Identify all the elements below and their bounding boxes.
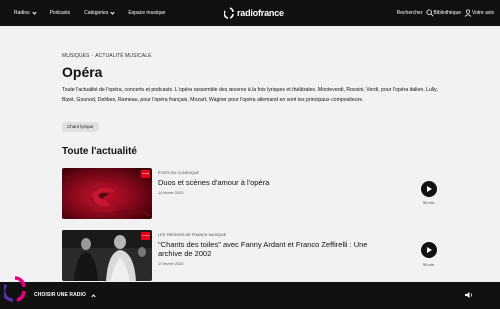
search-button[interactable]: Rechercher — [397, 9, 434, 17]
radiofrance-logo-icon[interactable] — [4, 276, 26, 302]
article-category[interactable]: LES TRÉSORS DE FRANCE MUSIQUE — [158, 233, 226, 237]
tag-chant-lyrique[interactable]: Chant lyrique — [62, 122, 99, 132]
nav-categories-label: Catégories — [84, 10, 109, 16]
chevron-down-icon — [31, 9, 37, 15]
article-thumbnail[interactable]: musique — [62, 168, 152, 219]
article-category[interactable]: ÉTATS DU CLASSIQUE — [158, 171, 199, 175]
article-title[interactable]: "Chants des toiles" avec Fanny Ardant et… — [158, 240, 388, 258]
nav-music-space[interactable]: Espace musique — [128, 10, 165, 16]
article-date: 14 février 2023 — [158, 191, 184, 195]
list-item[interactable]: musique LES TRÉSORS DE FRANCE MUSIQUE "C… — [62, 230, 442, 281]
radiofrance-logo-icon — [224, 7, 234, 19]
user-icon — [464, 9, 472, 17]
nav-podcasts[interactable]: Podcasts — [50, 10, 71, 16]
archive-photo-image — [62, 230, 152, 281]
page-title: Opéra — [62, 64, 103, 80]
choose-radio-label: CHOISIR UNE RADIO — [34, 292, 86, 298]
top-navigation: Radios Podcasts Catégories Espace musiqu… — [0, 0, 500, 26]
musique-badge: musique — [142, 235, 150, 237]
breadcrumb-actualite[interactable]: ACTUALITÉ MUSICALE — [95, 53, 151, 59]
breadcrumb-separator: - — [91, 53, 94, 59]
brand-name: radiofrance — [237, 8, 284, 18]
player-bar: CHOISIR UNE RADIO — [0, 276, 500, 309]
choose-radio-button[interactable]: CHOISIR UNE RADIO — [34, 292, 96, 299]
nav-right: Rechercher Bibliothèque Votre avis — [397, 0, 494, 26]
play-button[interactable] — [421, 242, 437, 258]
article-duration: 59 min — [423, 201, 435, 205]
nav-radios[interactable]: Radios — [14, 9, 37, 16]
chevron-down-icon — [110, 9, 115, 15]
search-icon — [426, 9, 433, 17]
play-icon — [427, 186, 433, 192]
nav-left: Radios Podcasts Catégories Espace musiqu… — [14, 9, 179, 16]
play-icon — [427, 247, 433, 253]
nav-music-space-label: Espace musique — [128, 10, 166, 16]
section-title: Toute l'actualité — [62, 146, 137, 157]
volume-icon[interactable] — [464, 291, 474, 299]
feedback-label: Votre avis — [472, 10, 494, 16]
search-label: Rechercher — [396, 10, 423, 16]
breadcrumb: MUSIQUES - ACTUALITÉ MUSICALE — [62, 53, 152, 59]
main-content: MUSIQUES - ACTUALITÉ MUSICALE Opéra Toute … — [0, 26, 500, 282]
nav-podcasts-label: Podcasts — [49, 10, 71, 16]
nav-categories[interactable]: Catégories — [84, 9, 115, 16]
brand-logo[interactable]: radiofrance — [224, 7, 284, 19]
play-button[interactable] — [421, 181, 437, 197]
article-duration: 59 min — [423, 263, 435, 267]
page-description: Toute l'actualité de l'opéra, concerts e… — [62, 87, 438, 103]
nav-radios-label: Radios — [14, 10, 30, 16]
chevron-up-icon — [91, 293, 96, 299]
list-item[interactable]: musique ÉTATS DU CLASSIQUE Duos et scène… — [62, 168, 442, 219]
library-label: Bibliothèque — [433, 10, 462, 16]
library-button[interactable]: Bibliothèque — [434, 9, 473, 17]
breadcrumb-musiques[interactable]: MUSIQUES — [62, 53, 89, 59]
article-thumbnail[interactable]: musique — [62, 230, 152, 281]
musique-badge: musique — [142, 173, 150, 175]
article-title[interactable]: Duos et scènes d'amour à l'opéra — [158, 178, 388, 187]
article-date: 17 février 2023 — [158, 262, 184, 266]
feedback-button[interactable]: Votre avis — [472, 10, 494, 16]
rose-image — [62, 168, 152, 219]
